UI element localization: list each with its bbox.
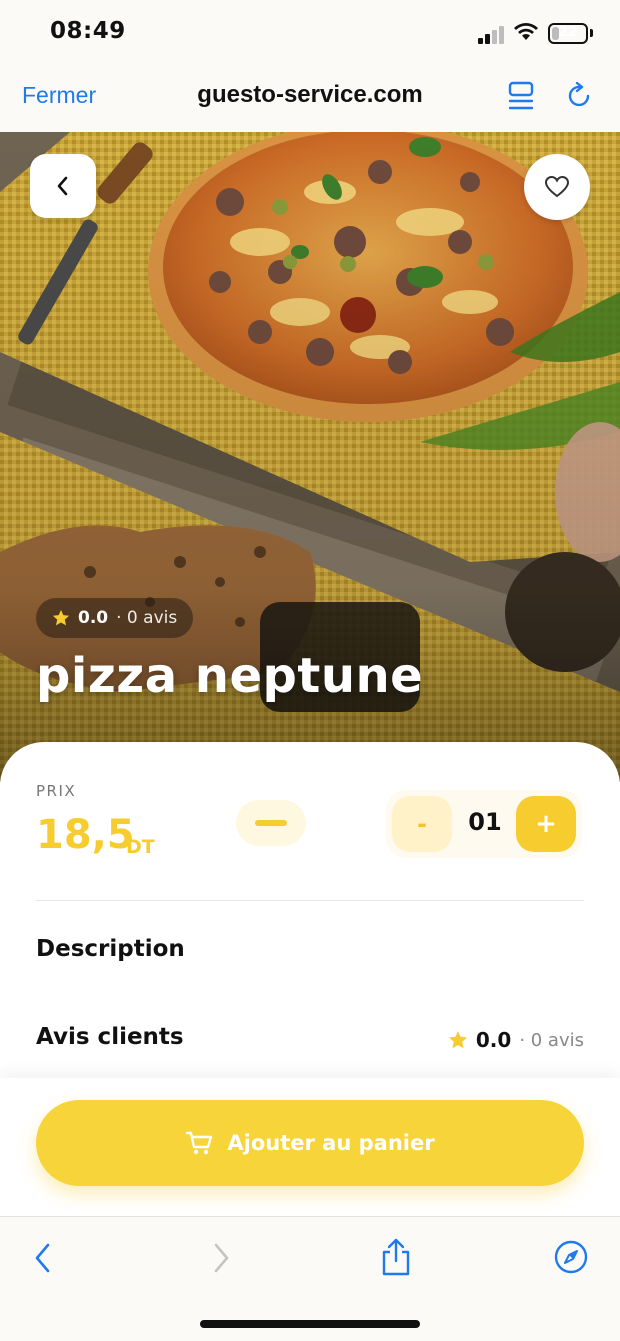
browser-forward-icon[interactable]: [208, 1241, 234, 1275]
battery-icon: 22: [548, 23, 588, 44]
home-indicator: [200, 1320, 420, 1328]
battery-level-text: 22: [558, 24, 578, 40]
browser-header: Fermer guesto-service.com: [0, 70, 620, 132]
rating-count: · 0 avis: [116, 608, 178, 628]
product-details-card: PRIX 18,5 DT - 01 + Description Avis cli…: [0, 742, 620, 1082]
signal-icon: [478, 26, 504, 44]
reload-icon[interactable]: [566, 82, 594, 110]
rating-value: 0.0: [78, 608, 109, 628]
reviews-rating-value: 0.0: [475, 1028, 512, 1052]
quantity-value: 01: [468, 808, 502, 836]
reviews-heading: Avis clients: [36, 1024, 184, 1050]
back-button[interactable]: [30, 154, 96, 218]
status-time: 08:49: [50, 18, 126, 44]
wifi-icon: [514, 23, 538, 40]
decrease-quantity-button[interactable]: -: [392, 796, 452, 852]
price-label: PRIX: [36, 782, 77, 800]
compass-icon[interactable]: [553, 1239, 589, 1275]
share-icon[interactable]: [380, 1237, 412, 1277]
status-bar: 08:49 22: [0, 0, 620, 70]
increase-quantity-button[interactable]: +: [516, 796, 576, 852]
divider: [36, 900, 584, 901]
url-display[interactable]: guesto-service.com: [150, 81, 470, 109]
reviews-summary: 0.0 · 0 avis: [448, 1028, 584, 1052]
product-title: pizza neptune: [36, 648, 424, 704]
rating-badge: 0.0 · 0 avis: [36, 598, 194, 638]
close-button[interactable]: Fermer: [22, 82, 96, 109]
heart-icon: [544, 175, 570, 198]
dash-icon: [255, 820, 287, 826]
back-icon: [57, 176, 68, 196]
add-to-cart-label: Ajouter au panier: [227, 1131, 435, 1155]
price-currency: DT: [126, 836, 155, 858]
browser-back-icon[interactable]: [30, 1241, 56, 1275]
price-value: 18,5: [36, 812, 135, 858]
reader-icon[interactable]: [508, 81, 536, 111]
description-heading: Description: [36, 936, 185, 962]
favorite-button[interactable]: [524, 154, 590, 220]
reviews-count: · 0 avis: [519, 1029, 584, 1051]
star-icon: [448, 1031, 467, 1049]
cart-icon: [186, 1131, 213, 1155]
star-icon: [52, 609, 70, 626]
cart-bar: Ajouter au panier: [0, 1078, 620, 1216]
add-to-cart-button[interactable]: Ajouter au panier: [36, 1100, 584, 1186]
quantity-stepper: - 01 +: [386, 790, 582, 858]
battery-cap: [590, 29, 593, 37]
options-toggle[interactable]: [236, 800, 306, 846]
